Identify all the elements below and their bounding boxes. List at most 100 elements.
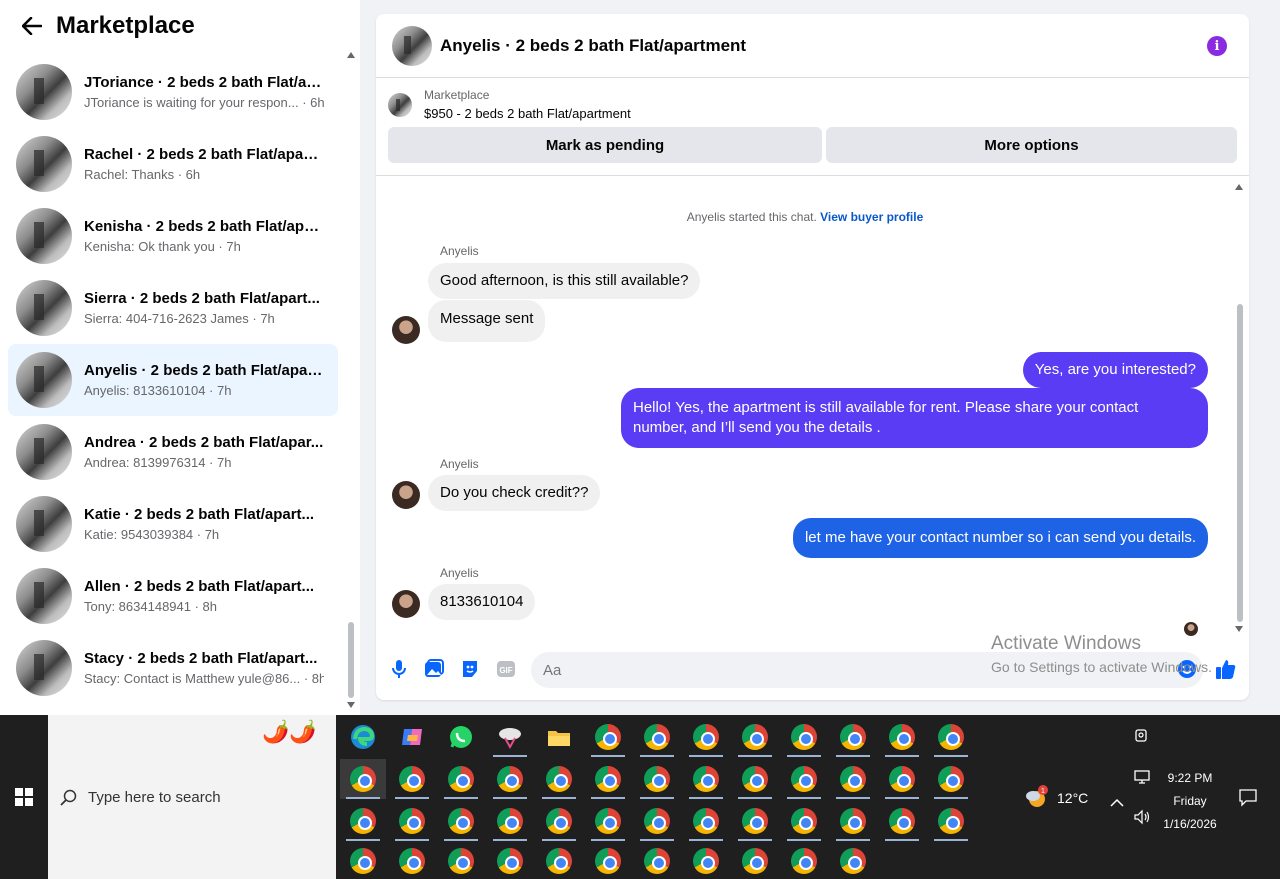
emoji-icon[interactable] [1176,658,1198,680]
chrome-icon[interactable] [634,759,680,799]
sticker-icon[interactable] [459,658,481,680]
incoming-message[interactable]: 8133610104 [428,584,536,620]
message-input[interactable] [531,652,1203,688]
chrome-icon[interactable] [683,841,729,879]
snipping-tool-icon[interactable] [487,717,533,757]
chrome-icon[interactable] [585,759,631,799]
chrome-icon[interactable] [830,759,876,799]
chrome-icon[interactable] [928,759,974,799]
taskbar-search[interactable]: Type here to search 🌶️🌶️ [48,715,336,879]
chrome-icon[interactable] [928,717,974,757]
chrome-icon[interactable] [438,801,484,841]
photo-icon[interactable] [423,658,445,680]
scroll-up-arrow-icon[interactable] [347,52,355,58]
view-buyer-profile-link[interactable]: View buyer profile [820,210,923,224]
buyer-avatar[interactable] [392,316,420,344]
chrome-icon[interactable] [487,759,533,799]
chrome-icon[interactable] [732,759,778,799]
outgoing-message[interactable]: let me have your contact number so i can… [792,518,1208,558]
gif-icon[interactable]: GIF [495,658,517,680]
scroll-down-arrow-icon[interactable] [1235,626,1243,632]
conversation-item-stacy[interactable]: Stacy · 2 beds 2 bath Flat/apart... Stacy… [8,632,338,704]
chrome-icon[interactable] [585,801,631,841]
chrome-icon[interactable] [830,717,876,757]
scroll-up-arrow-icon[interactable] [1235,184,1243,190]
chrome-icon[interactable] [830,801,876,841]
weather-icon[interactable]: 1 [1024,785,1048,809]
scroll-down-arrow-icon[interactable] [347,702,355,708]
chrome-icon[interactable] [781,759,827,799]
chrome-icon[interactable] [732,717,778,757]
chrome-icon[interactable] [487,801,533,841]
chrome-icon[interactable] [683,801,729,841]
chrome-icon[interactable] [389,759,435,799]
scrollbar-thumb[interactable] [348,622,354,698]
chrome-icon[interactable] [634,841,680,879]
outgoing-message[interactable]: Yes, are you interested? [1022,352,1208,388]
chrome-icon[interactable] [879,717,925,757]
buyer-avatar[interactable] [392,481,420,509]
network-icon[interactable] [1133,769,1151,787]
chrome-icon[interactable] [585,717,631,757]
chrome-icon[interactable] [438,759,484,799]
edge-browser-icon[interactable] [340,717,386,757]
chrome-icon[interactable] [585,841,631,879]
conversation-item-rachel[interactable]: Rachel · 2 beds 2 bath Flat/apart... Rach… [8,128,338,200]
chrome-icon[interactable] [438,841,484,879]
listing-thumbnail[interactable] [388,92,412,117]
chrome-icon[interactable] [389,801,435,841]
more-options-button[interactable]: More options [826,127,1237,163]
incoming-message[interactable]: Good afternoon, is this still available? [428,263,701,299]
chrome-icon[interactable] [781,801,827,841]
taskbar-clock[interactable]: 9:22 PM Friday 1/16/2026 [1152,767,1228,836]
weather-temperature[interactable]: 12°C [1057,790,1088,806]
chrome-icon[interactable] [732,841,778,879]
chrome-icon[interactable] [879,801,925,841]
chrome-icon[interactable] [340,841,386,879]
chrome-icon[interactable] [536,801,582,841]
conversation-item-allen[interactable]: Allen · 2 beds 2 bath Flat/apart... Tony:… [8,560,338,632]
chrome-icon[interactable] [634,801,680,841]
scrollbar-thumb[interactable] [1237,304,1243,622]
whatsapp-icon[interactable] [438,717,484,757]
copilot-icon[interactable] [389,717,435,757]
chrome-icon[interactable] [781,841,827,879]
chevron-up-icon[interactable] [1110,795,1128,813]
notification-center-icon[interactable] [1238,787,1258,807]
conversation-item-katie[interactable]: Katie · 2 beds 2 bath Flat/apart... Katie… [8,488,338,560]
chrome-icon[interactable] [389,841,435,879]
chrome-icon[interactable] [340,801,386,841]
like-thumb-icon[interactable] [1215,658,1237,680]
back-arrow-icon[interactable] [18,12,46,40]
chrome-icon[interactable] [879,759,925,799]
incoming-message[interactable]: Message sent [428,300,546,342]
listing-price[interactable]: $950 - 2 beds 2 bath Flat/apartment [424,106,631,121]
outgoing-message[interactable]: Hello! Yes, the apartment is still avail… [621,388,1208,448]
meet-now-icon[interactable] [1134,727,1152,745]
chrome-icon[interactable] [732,801,778,841]
chrome-icon[interactable] [536,841,582,879]
microphone-icon[interactable] [388,658,410,680]
start-button[interactable] [0,715,48,879]
chrome-icon[interactable] [683,759,729,799]
chrome-icon[interactable] [781,717,827,757]
chrome-icon[interactable] [830,841,876,879]
info-icon[interactable]: i [1207,36,1227,56]
message-scrollbar[interactable] [1234,182,1248,634]
sidebar-scrollbar[interactable] [346,50,358,710]
conversation-item-kenisha[interactable]: Kenisha · 2 beds 2 bath Flat/apa... Kenis… [8,200,338,272]
file-explorer-icon[interactable] [536,717,582,757]
conversation-item-andrea[interactable]: Andrea · 2 beds 2 bath Flat/apar... Andre… [8,416,338,488]
conversation-item-anyelis[interactable]: Anyelis · 2 beds 2 bath Flat/apar... Anye… [8,344,338,416]
conversation-item-jtoriance[interactable]: JToriance · 2 beds 2 bath Flat/ap... JTor… [8,56,338,128]
chrome-icon[interactable] [536,759,582,799]
speaker-icon[interactable] [1133,809,1151,827]
chrome-icon[interactable] [340,759,386,799]
buyer-avatar[interactable] [392,590,420,618]
mark-pending-button[interactable]: Mark as pending [388,127,822,163]
chrome-icon[interactable] [634,717,680,757]
chrome-icon[interactable] [928,801,974,841]
incoming-message[interactable]: Do you check credit?? [428,475,601,511]
chat-listing-avatar[interactable] [392,25,432,66]
chrome-icon[interactable] [487,841,533,879]
